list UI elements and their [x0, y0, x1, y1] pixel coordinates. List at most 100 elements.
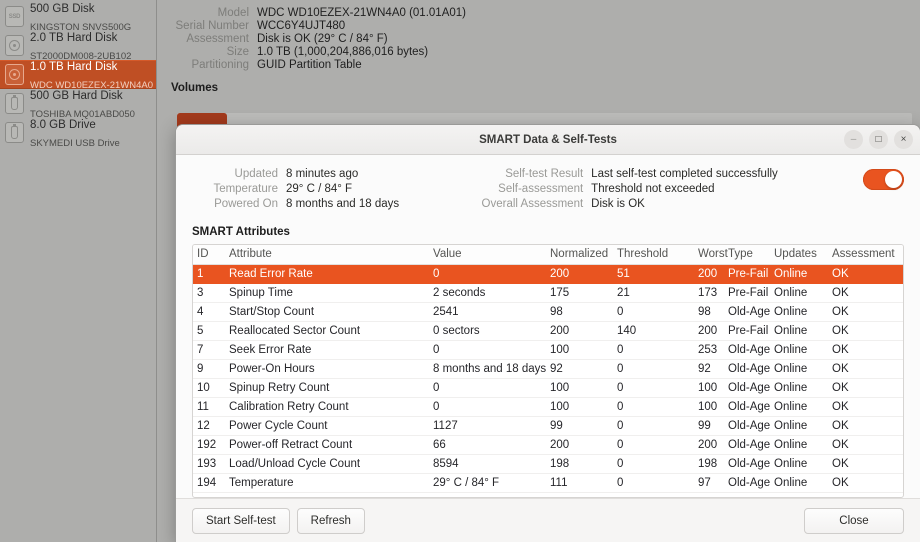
summary-value: Threshold not exceeded	[591, 183, 715, 195]
device-list-item[interactable]: 500 GB Hard Disk TOSHIBA MQ01ABD050	[0, 89, 156, 119]
dialog-titlebar[interactable]: SMART Data & Self-Tests – □ ×	[176, 125, 920, 155]
column-header[interactable]: Attribute	[225, 245, 429, 265]
table-row[interactable]: 1 Read Error Rate 0 200 51 200 Pre-Fail Online O…	[193, 264, 903, 284]
disk-info-label: Size	[226, 46, 249, 58]
summary-label: Temperature	[213, 183, 278, 195]
table-row[interactable]: 7 Seek Error Rate 0 100 0 253 Old-Age Online OK	[193, 340, 903, 360]
cell-updates: Online	[770, 359, 828, 379]
column-header[interactable]: ID	[193, 245, 225, 265]
close-button[interactable]: Close	[804, 507, 904, 534]
cell-worst: 97	[694, 473, 724, 493]
cell-normalized: 200	[546, 321, 613, 341]
cell-threshold: 0	[613, 473, 694, 493]
cell-worst: 198	[694, 454, 724, 474]
partition-track	[177, 113, 912, 125]
column-header[interactable]: Normalized	[546, 245, 613, 265]
smart-attributes-table-frame[interactable]: ID Attribute Value Normalized Threshold Worst…	[192, 244, 904, 498]
column-header[interactable]: Type	[724, 245, 770, 265]
hard-disk-icon	[5, 34, 24, 57]
cell-updates: Online	[770, 435, 828, 455]
disk-info-label: Assessment	[186, 33, 249, 45]
device-title: 8.0 GB Drive	[30, 118, 96, 131]
smart-enabled-toggle[interactable]	[863, 169, 904, 190]
cell-type: Pre-Fail	[724, 264, 770, 284]
table-body: 1 Read Error Rate 0 200 51 200 Pre-Fail Online O…	[193, 264, 903, 493]
start-self-test-button[interactable]: Start Self-test	[192, 507, 290, 534]
summary-label: Powered On	[214, 198, 278, 210]
column-header[interactable]: Value	[429, 245, 546, 265]
cell-threshold: 0	[613, 397, 694, 417]
cell-attribute: Load/Unload Cycle Count	[225, 454, 429, 474]
device-list-item[interactable]: SSD 500 GB Disk KINGSTON SNVS500G	[0, 2, 156, 32]
cell-worst: 99	[694, 416, 724, 436]
cell-normalized: 111	[546, 473, 613, 493]
summary-left-column: Updated 8 minutes ago Temperature 29° C / 8…	[196, 168, 399, 210]
cell-normalized: 198	[546, 454, 613, 474]
cell-worst: 200	[694, 321, 724, 341]
table-row[interactable]: 193 Load/Unload Cycle Count 8594 198 0 198 Old…	[193, 454, 903, 474]
column-header[interactable]: Worst	[694, 245, 728, 265]
disk-info-value: GUID Partition Table	[257, 59, 362, 71]
cell-type: Old-Age	[724, 473, 770, 493]
cell-id: 7	[193, 340, 225, 360]
usb-stick-icon	[5, 121, 24, 144]
summary-label: Updated	[234, 168, 278, 180]
cell-assessment: OK	[828, 321, 903, 341]
cell-attribute: Seek Error Rate	[225, 340, 429, 360]
smart-toggle-wrap	[863, 168, 904, 190]
dialog-title: SMART Data & Self-Tests	[479, 133, 617, 146]
cell-threshold: 21	[613, 283, 694, 303]
cell-updates: Online	[770, 283, 828, 303]
column-header[interactable]: Threshold	[613, 245, 694, 265]
device-list-item[interactable]: 8.0 GB Drive SKYMEDI USB Drive	[0, 118, 156, 148]
cell-updates: Online	[770, 473, 828, 493]
cell-type: Old-Age	[724, 302, 770, 322]
cell-type: Pre-Fail	[724, 283, 770, 303]
cell-assessment: OK	[828, 473, 903, 493]
table-row[interactable]: 11 Calibration Retry Count 0 100 0 100 Old-Age…	[193, 397, 903, 417]
column-header[interactable]: Updates	[770, 245, 828, 265]
summary-value: 8 minutes ago	[286, 168, 359, 180]
column-header[interactable]: Assessment	[828, 245, 903, 265]
cell-normalized: 200	[546, 435, 613, 455]
device-title: 2.0 TB Hard Disk	[30, 31, 118, 44]
cell-value: 29° C / 84° F	[429, 473, 546, 493]
usb-drive-icon	[5, 92, 24, 115]
summary-value: 8 months and 18 days	[286, 198, 400, 210]
cell-threshold: 0	[613, 416, 694, 436]
table-row[interactable]: 12 Power Cycle Count 1127 99 0 99 Old-Age Onlin…	[193, 416, 903, 436]
close-icon[interactable]: ×	[894, 130, 913, 149]
summary-value: Disk is OK	[591, 198, 645, 210]
table-row[interactable]: 3 Spinup Time 2 seconds 175 21 173 Pre-Fail Onl…	[193, 283, 903, 303]
cell-worst: 100	[694, 397, 724, 417]
device-list-item[interactable]: 1.0 TB Hard Disk WDC WD10EZEX-21WN4A0	[0, 60, 156, 90]
device-sidebar: SSD 500 GB Disk KINGSTON SNVS500G 2.0 TB Ha…	[0, 0, 157, 542]
volumes-heading: Volumes	[171, 82, 219, 94]
table-row[interactable]: 192 Power-off Retract Count 66 200 0 200 Old-A…	[193, 435, 903, 455]
cell-assessment: OK	[828, 340, 903, 360]
maximize-icon[interactable]: □	[869, 130, 888, 149]
table-row[interactable]: 9 Power-On Hours 8 months and 18 days 92 0 92…	[193, 359, 903, 379]
table-row[interactable]: 5 Reallocated Sector Count 0 sectors 200 140…	[193, 321, 903, 341]
usb-drive-icon	[5, 92, 24, 115]
hard-disk-icon	[5, 63, 24, 86]
device-title: 500 GB Hard Disk	[30, 89, 123, 102]
hard-disk-icon	[5, 63, 24, 86]
disk-info-grid: Model WDC WD10EZEX-21WN4A0 (01.01A01) Seri…	[157, 7, 920, 71]
table-row[interactable]: 10 Spinup Retry Count 0 100 0 100 Old-Age Onlin…	[193, 378, 903, 398]
cell-normalized: 99	[546, 416, 613, 436]
table-row[interactable]: 194 Temperature 29° C / 84° F 111 0 97 Old-Age…	[193, 473, 903, 493]
device-list-item[interactable]: 2.0 TB Hard Disk ST2000DM008-2UB102	[0, 31, 156, 61]
cell-updates: Online	[770, 416, 828, 436]
disk-info-label: Partitioning	[191, 59, 249, 71]
summary-label: Overall Assessment	[481, 198, 584, 210]
usb-stick-icon	[5, 121, 24, 144]
cell-worst: 98	[694, 302, 724, 322]
table-row[interactable]: 4 Start/Stop Count 2541 98 0 98 Old-Age Online O…	[193, 302, 903, 322]
cell-id: 12	[193, 416, 225, 436]
cell-threshold: 0	[613, 435, 694, 455]
refresh-button[interactable]: Refresh	[296, 507, 365, 534]
cell-value: 0	[429, 340, 546, 360]
device-title: 1.0 TB Hard Disk	[30, 60, 118, 73]
minimize-icon[interactable]: –	[844, 130, 863, 149]
